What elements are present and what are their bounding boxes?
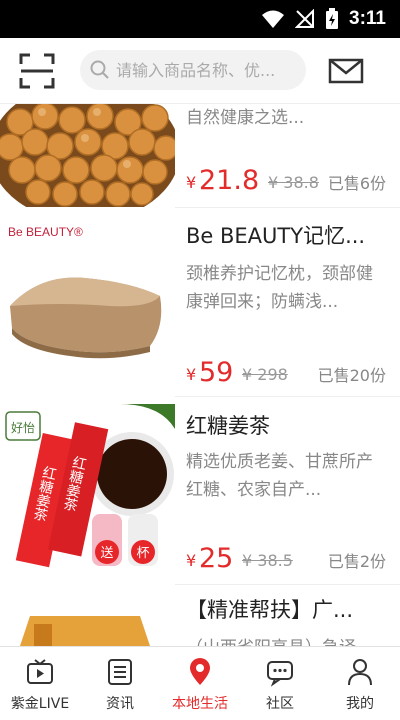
tab-me[interactable]: 我的 [320, 647, 400, 720]
product-title: 红糖姜茶 [186, 414, 270, 438]
product-title: Be BEAUTY记忆... [186, 224, 366, 248]
currency-symbol: ¥ [186, 365, 197, 384]
tab-news[interactable]: 资讯 [80, 647, 160, 720]
product-card[interactable]: 自然健康之选... ¥ 21.8 ¥ 38.8 已售6份 [0, 104, 400, 207]
mail-icon [328, 58, 364, 84]
product-image-ginger-tea: 好怡 红糖姜茶 红糖姜茶 送 杯 [0, 404, 175, 579]
header [0, 38, 400, 104]
search-icon [90, 60, 109, 79]
product-image-pillow: Be BEAUTY® [0, 216, 175, 391]
news-list-icon [108, 659, 132, 685]
product-price: 25 [199, 543, 234, 574]
no-signal-icon [295, 9, 315, 28]
product-card[interactable]: Be BEAUTY® Be BEAUTY记忆... 颈椎养护记忆枕，颈部健康弹回… [0, 208, 400, 396]
tv-play-icon [27, 659, 53, 684]
status-icons: 3:11 [261, 0, 386, 38]
scan-button[interactable] [18, 52, 56, 90]
tab-label: 社区 [266, 696, 294, 712]
scan-icon [19, 53, 55, 89]
original-price: ¥ 298 [242, 365, 288, 384]
product-description: 自然健康之选... [186, 108, 305, 128]
original-price: ¥ 38.8 [268, 173, 319, 192]
tab-label: 资讯 [106, 696, 134, 712]
gift-label: 送 [100, 546, 113, 561]
brand-logo: 好怡 [11, 421, 35, 435]
original-price: ¥ 38.5 [242, 551, 293, 570]
search-bar[interactable] [80, 50, 306, 90]
product-card[interactable]: 好怡 红糖姜茶 红糖姜茶 送 杯 红糖姜茶 精选优质老姜、甘蔗所产红糖、农家自产… [0, 400, 400, 584]
product-description: （山西省阳高县）急译 [186, 634, 386, 646]
divider [175, 396, 400, 397]
location-pin-icon [190, 658, 210, 685]
chat-bubble-icon [267, 661, 293, 687]
tab-label: 紫金LIVE [10, 696, 70, 712]
product-description: 颈椎养护记忆枕，颈部健康弹回来；防螨浅... [186, 264, 373, 312]
brand-logo: Be BEAUTY® [8, 225, 83, 239]
product-title: 【精准帮扶】广... [186, 598, 354, 622]
bottom-tab-bar: 紫金LIVE 资讯 本地生活 社区 我的 [0, 646, 400, 720]
product-list[interactable]: 自然健康之选... ¥ 21.8 ¥ 38.8 已售6份 Be BEAUTY® … [0, 104, 400, 646]
tab-community[interactable]: 社区 [240, 647, 320, 720]
gift-label: 杯 [136, 546, 149, 561]
tab-label: 我的 [346, 696, 374, 712]
sold-count: 已售6份 [327, 174, 386, 193]
battery-charging-icon [326, 8, 339, 29]
tab-zijin-live[interactable]: 紫金LIVE [0, 647, 80, 720]
currency-symbol: ¥ [186, 551, 197, 570]
messages-button[interactable] [326, 52, 366, 90]
product-image-packaged-goods [0, 586, 175, 646]
product-card[interactable]: 【精准帮扶】广... （山西省阳高县）急译 [0, 586, 400, 646]
status-bar: 3:11 [0, 0, 400, 38]
tab-label: 本地生活 [172, 696, 228, 712]
person-icon [348, 659, 372, 686]
product-description: 精选优质老姜、甘蔗所产红糖、农家自产... [186, 452, 373, 500]
product-price: 21.8 [199, 165, 260, 196]
sold-count: 已售2份 [327, 552, 386, 571]
divider [175, 584, 400, 585]
sold-count: 已售20份 [317, 366, 386, 385]
wifi-icon [262, 10, 285, 28]
product-image-peanuts [0, 104, 175, 207]
status-time: 3:11 [349, 8, 386, 29]
search-input[interactable] [116, 60, 296, 80]
tab-local-life[interactable]: 本地生活 [160, 647, 240, 720]
currency-symbol: ¥ [186, 173, 197, 192]
product-price: 59 [199, 357, 234, 388]
